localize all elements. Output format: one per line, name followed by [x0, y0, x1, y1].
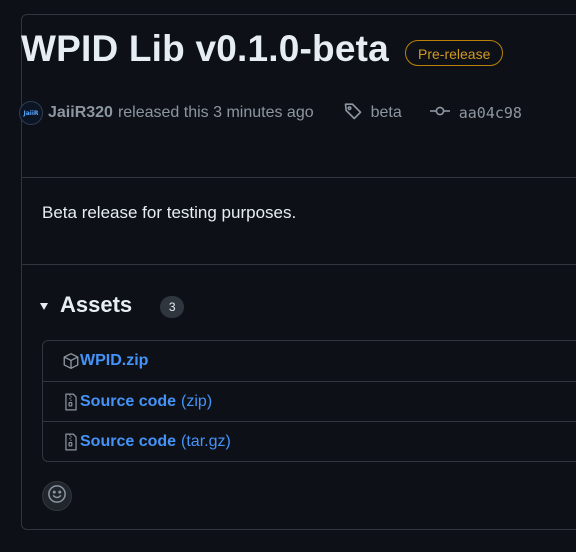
asset-link[interactable]: WPID.zip	[80, 352, 148, 370]
asset-link[interactable]: Source code	[80, 433, 176, 451]
divider	[21, 264, 576, 265]
avatar-text: JaiiR	[23, 109, 39, 117]
tag-link[interactable]: beta	[343, 101, 429, 126]
add-reaction-button[interactable]	[42, 481, 72, 511]
assets-toggle[interactable]: Assets 3	[40, 288, 185, 322]
release-body: Beta release for testing purposes.	[42, 203, 297, 222]
assets-title: Assets	[60, 292, 133, 317]
released-text: released this 3 minutes ago	[117, 104, 314, 121]
asset-row[interactable]: Source code (zip)	[43, 381, 576, 421]
release-meta: JaiiR JaiiR320 released this 3 minutes a…	[19, 100, 522, 126]
file-zip-icon	[62, 393, 80, 411]
assets-count-badge: 3	[160, 295, 185, 318]
author-link[interactable]: JaiiR320	[48, 104, 113, 122]
smiley-icon	[47, 484, 67, 509]
caret-down-icon	[40, 302, 48, 310]
asset-format[interactable]: (tar.gz)	[181, 433, 231, 451]
assets-list: WPID.zip Source code (zip) Source code (…	[42, 340, 576, 462]
file-zip-icon	[62, 433, 80, 451]
asset-format[interactable]: (zip)	[181, 393, 212, 411]
commit-sha: aa04c98	[458, 104, 522, 122]
asset-link[interactable]: Source code	[80, 393, 176, 411]
avatar[interactable]: JaiiR	[19, 101, 43, 125]
divider	[21, 177, 576, 178]
commit-link[interactable]: aa04c98	[429, 103, 522, 124]
tag-icon	[343, 101, 363, 126]
package-icon	[62, 352, 80, 370]
release-title[interactable]: WPID Lib v0.1.0-beta	[21, 28, 389, 70]
tag-label: beta	[370, 104, 402, 121]
pre-release-badge: Pre-release	[405, 40, 504, 66]
asset-row[interactable]: Source code (tar.gz)	[43, 421, 576, 461]
asset-row[interactable]: WPID.zip	[43, 341, 576, 381]
git-commit-icon	[429, 103, 451, 124]
